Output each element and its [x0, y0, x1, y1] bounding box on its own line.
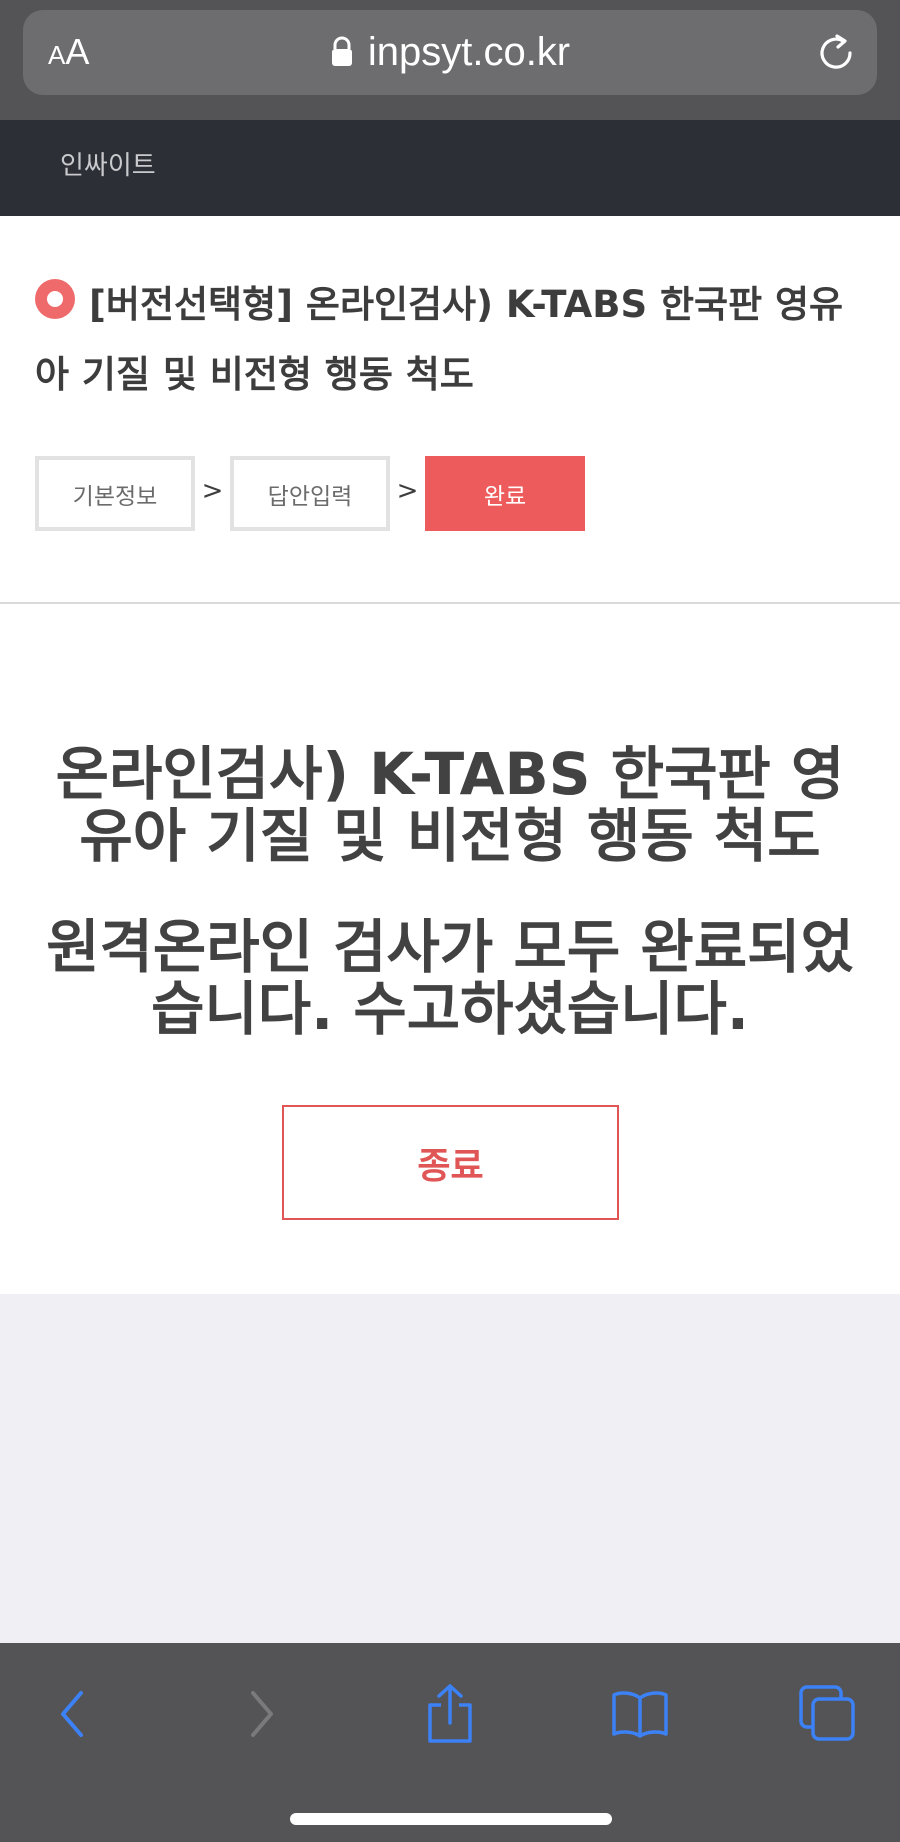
exit-button[interactable]: 종료	[282, 1105, 619, 1220]
chevron-left-icon[interactable]	[38, 1679, 108, 1749]
url-display[interactable]: inpsyt.co.kr	[23, 28, 877, 76]
completion-heading: 온라인검사) K-TABS 한국판 영유아 기질 및 비전형 행동 척도	[55, 740, 845, 870]
browser-top-bar: AA inpsyt.co.kr	[0, 0, 900, 120]
step-separator: >	[396, 475, 419, 506]
url-text: inpsyt.co.kr	[367, 30, 571, 74]
chevron-right-icon[interactable]	[226, 1679, 296, 1749]
site-header: 인싸이트	[0, 120, 900, 216]
step-basic-info: 기본정보	[35, 456, 195, 531]
reload-icon[interactable]	[815, 32, 857, 74]
completion-message: 원격온라인 검사가 모두 완료되었습니다. 수고하셨습니다.	[46, 913, 854, 1043]
tabs-icon[interactable]	[793, 1679, 863, 1749]
main-content: [버전선택형] 온라인검사) K-TABS 한국판 영유아 기질 및 비전형 행…	[0, 216, 900, 1294]
step-complete: 완료	[425, 456, 585, 531]
lock-icon	[330, 36, 354, 68]
progress-steps: 기본정보 > 답안입력 > 완료	[35, 456, 585, 531]
test-title: [버전선택형] 온라인검사) K-TABS 한국판 영유아 기질 및 비전형 행…	[35, 283, 844, 396]
address-bar[interactable]: AA inpsyt.co.kr	[23, 10, 877, 95]
home-indicator	[290, 1813, 612, 1825]
section-divider	[0, 602, 900, 604]
share-icon[interactable]	[415, 1679, 485, 1749]
site-logo-text[interactable]: 인싸이트	[60, 148, 156, 184]
browser-bottom-toolbar	[0, 1643, 900, 1842]
book-icon[interactable]	[605, 1679, 675, 1749]
step-answer-input: 답안입력	[230, 456, 390, 531]
step-separator: >	[201, 475, 224, 506]
